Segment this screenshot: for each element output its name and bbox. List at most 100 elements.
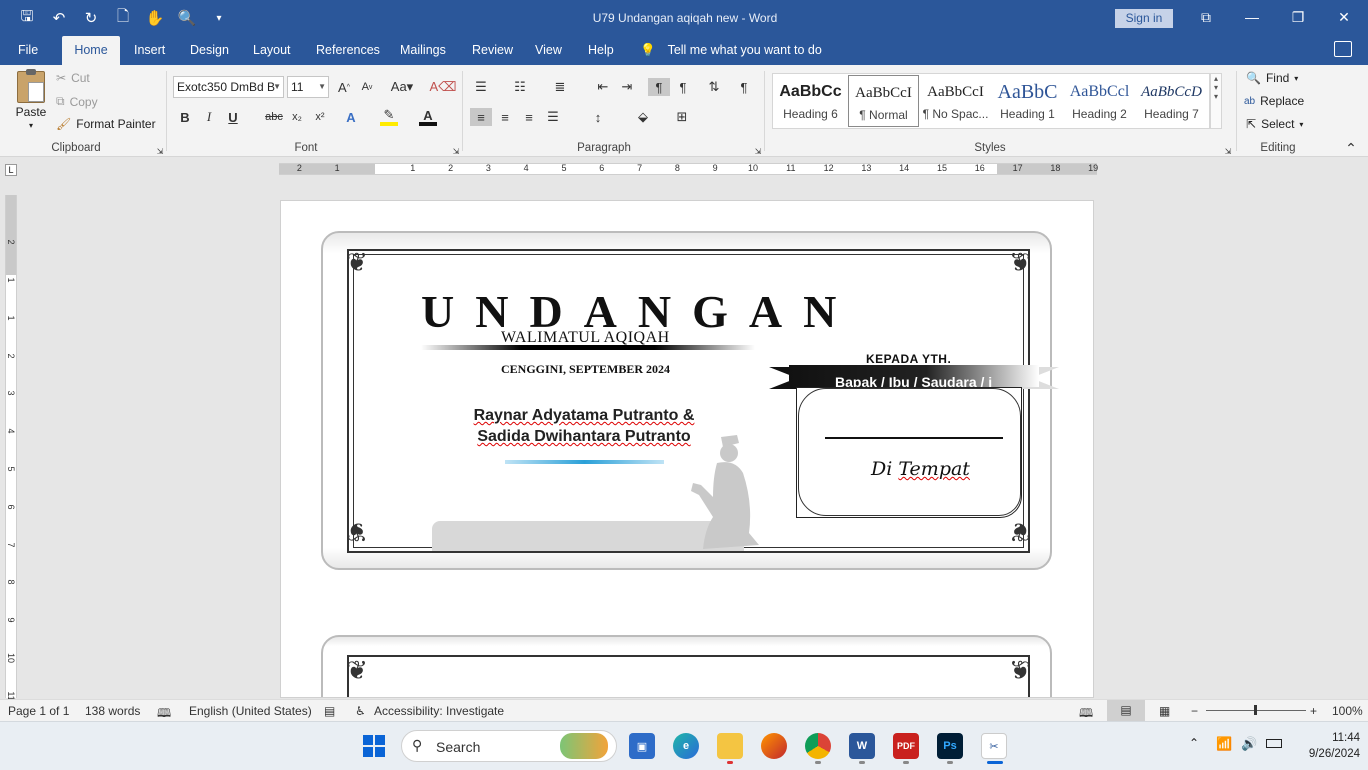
sort-icon[interactable]: ⇅ bbox=[705, 78, 723, 96]
line-spacing-icon[interactable]: ↕ bbox=[589, 108, 607, 126]
multilevel-list-icon[interactable]: ≣ bbox=[551, 78, 569, 96]
volume-icon[interactable]: 🔊 bbox=[1241, 736, 1257, 752]
strikethrough-icon[interactable]: abc bbox=[263, 108, 285, 126]
accessibility-status[interactable]: Accessibility: Investigate bbox=[374, 704, 504, 718]
show-hidden-icons-icon[interactable]: ⌃ bbox=[1189, 736, 1199, 750]
tab-view[interactable]: View bbox=[535, 36, 562, 65]
horizontal-ruler[interactable]: 2 1 1 2 3 4 5 6 7 8 9 10 11 12 13 14 15 16 17 18 19 bbox=[279, 163, 1098, 175]
tab-help[interactable]: Help bbox=[588, 36, 614, 65]
highlight-icon[interactable]: ✎ bbox=[380, 107, 398, 126]
grow-font-icon[interactable]: A ^ bbox=[335, 78, 353, 96]
snipping-tool-icon[interactable]: ✂ bbox=[981, 733, 1007, 759]
taskbar-search[interactable]: ⚲ Search bbox=[401, 730, 617, 762]
chrome-icon[interactable] bbox=[805, 733, 831, 759]
photoshop-icon[interactable]: Ps bbox=[937, 733, 963, 759]
style-normal[interactable]: AaBbCcI ¶ Normal bbox=[848, 75, 919, 127]
zoom-in-icon[interactable]: + bbox=[1310, 704, 1317, 718]
styles-scroll[interactable]: ▴ ▾ ▾ bbox=[1210, 73, 1222, 129]
format-painter-button[interactable]: 🖌 Format Painter bbox=[56, 117, 156, 131]
battery-icon[interactable] bbox=[1266, 739, 1282, 748]
system-clock[interactable]: 11:44 9/26/2024 bbox=[1290, 730, 1360, 762]
numbering-icon[interactable]: ☷ bbox=[511, 78, 529, 96]
track-changes-icon[interactable]: ▤ bbox=[324, 704, 335, 718]
style-heading-7[interactable]: AaBbCcD Heading 7 bbox=[1136, 75, 1207, 127]
customize-qat-icon[interactable]: ▾ bbox=[206, 6, 232, 30]
increase-indent-icon[interactable]: ⇥ bbox=[618, 78, 636, 96]
save-icon[interactable]: 🖫 bbox=[14, 6, 40, 30]
tab-mailings[interactable]: Mailings bbox=[400, 36, 446, 65]
cut-button[interactable]: ✂ Cut bbox=[56, 71, 90, 85]
tab-references[interactable]: References bbox=[316, 36, 380, 65]
underline-icon[interactable]: U bbox=[224, 108, 242, 126]
restore-icon[interactable]: ❐ bbox=[1280, 6, 1316, 28]
collapse-ribbon-icon[interactable]: ⌃ bbox=[1342, 139, 1360, 157]
wifi-icon[interactable]: 📶 bbox=[1216, 736, 1232, 752]
comments-icon[interactable] bbox=[1334, 41, 1352, 57]
show-formatting-marks-icon[interactable]: ¶ bbox=[735, 78, 753, 96]
style-heading-2[interactable]: AaBbCcl Heading 2 bbox=[1064, 75, 1135, 127]
touch-mode-icon[interactable]: ✋ bbox=[142, 6, 168, 30]
text-effects-icon[interactable]: A bbox=[342, 108, 360, 126]
style-heading-6[interactable]: AaBbCc Heading 6 bbox=[775, 75, 846, 127]
sign-in-button[interactable]: Sign in bbox=[1115, 9, 1173, 28]
zoom-out-icon[interactable]: − bbox=[1191, 704, 1198, 718]
close-icon[interactable]: ✕ bbox=[1326, 6, 1362, 28]
style-heading-1[interactable]: AaBbC Heading 1 bbox=[992, 75, 1063, 127]
tab-file[interactable]: File bbox=[18, 36, 44, 65]
align-right-icon[interactable]: ≡ bbox=[520, 108, 538, 126]
left-to-right-icon[interactable]: ¶ bbox=[648, 78, 670, 96]
language[interactable]: English (United States) bbox=[189, 704, 312, 718]
minimize-icon[interactable]: — bbox=[1234, 6, 1270, 28]
word-count[interactable]: 138 words bbox=[85, 704, 140, 718]
shrink-font-icon[interactable]: Av bbox=[358, 78, 376, 96]
page-count[interactable]: Page 1 of 1 bbox=[8, 704, 69, 718]
bold-icon[interactable]: B bbox=[176, 108, 194, 126]
right-to-left-icon[interactable]: ¶ bbox=[674, 78, 692, 96]
zoom-level[interactable]: 100% bbox=[1332, 704, 1363, 718]
superscript-icon[interactable]: x² bbox=[311, 108, 329, 126]
borders-icon[interactable]: ⊞ bbox=[673, 108, 691, 126]
print-preview-icon[interactable]: 🔍 bbox=[174, 6, 200, 30]
font-name-box[interactable]: Exotc350 DmBd B ▼ bbox=[173, 76, 284, 98]
redo-icon[interactable]: ↻ bbox=[78, 6, 104, 30]
style-no-spacing[interactable]: AaBbCcI ¶ No Spac... bbox=[920, 75, 991, 127]
tab-review[interactable]: Review bbox=[472, 36, 513, 65]
bullets-icon[interactable]: ☰ bbox=[472, 78, 490, 96]
word-icon[interactable]: W bbox=[849, 733, 875, 759]
select-button[interactable]: ⇱ Select ▾ bbox=[1246, 117, 1303, 131]
pdf-icon[interactable]: PDF bbox=[893, 733, 919, 759]
replace-button[interactable]: ab Replace bbox=[1244, 94, 1304, 108]
firefox-icon[interactable] bbox=[761, 733, 787, 759]
file-explorer-icon[interactable] bbox=[717, 733, 743, 759]
vertical-ruler[interactable]: 2 1 1 2 3 4 5 6 7 8 9 10 11 bbox=[5, 195, 17, 700]
subscript-icon[interactable]: x₂ bbox=[288, 108, 306, 126]
ribbon-display-options-icon[interactable]: ⧉ bbox=[1188, 6, 1224, 28]
tab-insert[interactable]: Insert bbox=[134, 36, 165, 65]
font-size-box[interactable]: 11 ▼ bbox=[287, 76, 329, 98]
web-layout-icon[interactable]: ▦ bbox=[1159, 704, 1170, 718]
document-page[interactable]: ❦ ❦ ❦ ❦ UNDANGAN WALIMATUL AQIQAH CENGGI… bbox=[280, 200, 1094, 698]
align-center-icon[interactable]: ≡ bbox=[496, 108, 514, 126]
edge-icon[interactable]: e bbox=[673, 733, 699, 759]
tab-layout[interactable]: Layout bbox=[253, 36, 291, 65]
zoom-slider-thumb[interactable] bbox=[1254, 705, 1257, 715]
copy-button[interactable]: ⧉ Copy bbox=[56, 94, 98, 109]
tab-design[interactable]: Design bbox=[190, 36, 229, 65]
font-color-icon[interactable]: A bbox=[419, 108, 437, 126]
windows-start-icon[interactable] bbox=[363, 735, 385, 757]
change-case-icon[interactable]: Aa▾ bbox=[388, 78, 416, 96]
tab-selector[interactable]: L bbox=[5, 164, 17, 176]
clear-formatting-icon[interactable]: A⌫ bbox=[429, 78, 456, 96]
justify-icon[interactable]: ☰ bbox=[544, 108, 562, 126]
undo-icon[interactable]: ↶ bbox=[46, 6, 72, 30]
tell-me-search[interactable]: 💡 Tell me what you want to do bbox=[640, 36, 822, 65]
italic-icon[interactable]: I bbox=[200, 108, 218, 126]
paste-button[interactable]: Paste ▾ bbox=[14, 69, 48, 135]
shading-icon[interactable]: ⬙ bbox=[634, 108, 652, 126]
new-document-icon[interactable]: 🗋 bbox=[110, 6, 136, 30]
print-layout-icon[interactable]: ▤ bbox=[1107, 700, 1145, 721]
microsoft-store-icon[interactable]: ▣ bbox=[629, 733, 655, 759]
decrease-indent-icon[interactable]: ⇤ bbox=[594, 78, 612, 96]
find-button[interactable]: 🔍 Find ▾ bbox=[1246, 71, 1298, 85]
align-left-icon[interactable]: ≡ bbox=[470, 108, 492, 126]
